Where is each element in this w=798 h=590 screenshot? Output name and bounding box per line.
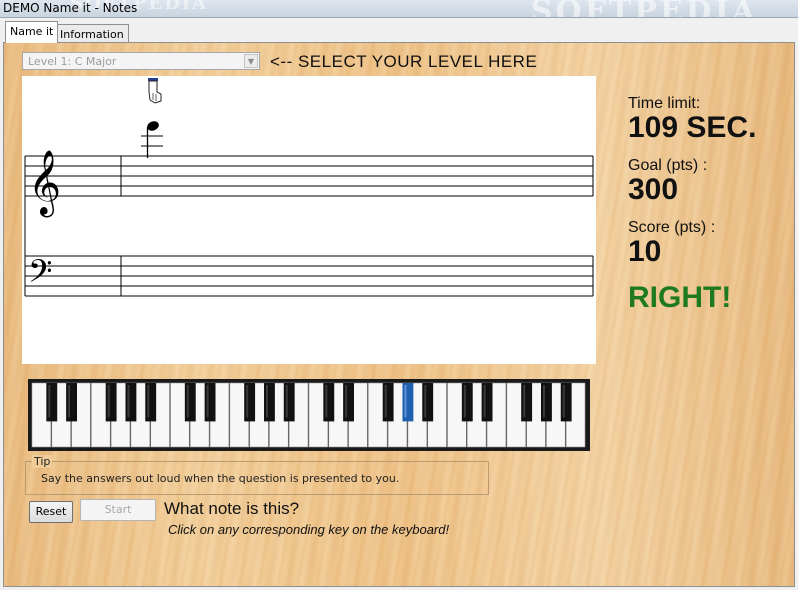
- black-key[interactable]: [125, 383, 137, 422]
- black-key[interactable]: [323, 383, 335, 422]
- black-key[interactable]: [66, 383, 78, 422]
- feedback-text: RIGHT!: [628, 281, 732, 314]
- black-key-shine: [483, 385, 486, 418]
- black-key[interactable]: [521, 383, 533, 422]
- black-key-shine: [463, 385, 466, 418]
- black-key-shine: [562, 385, 565, 418]
- black-key-shine: [48, 385, 51, 418]
- black-key[interactable]: [46, 383, 58, 422]
- treble-staff: [24, 155, 594, 197]
- name-it-panel: Level 1: C Major ▼ <-- SELECT YOUR LEVEL…: [3, 42, 795, 587]
- tip-box: Tip Say the answers out loud when the qu…: [25, 455, 489, 495]
- black-key[interactable]: [560, 383, 572, 422]
- score-value: 10: [628, 235, 662, 268]
- level-select[interactable]: Level 1: C Major ▼: [22, 52, 260, 70]
- black-key-shine: [246, 385, 249, 418]
- level-hint: <-- SELECT YOUR LEVEL HERE: [270, 52, 538, 71]
- black-key-shine: [345, 385, 348, 418]
- tab-information[interactable]: Information: [55, 24, 129, 44]
- chevron-down-icon[interactable]: ▼: [244, 54, 258, 68]
- pointing-hand-icon: [148, 78, 162, 104]
- black-key-shine: [206, 385, 209, 418]
- tab-name-it[interactable]: Name it: [5, 21, 59, 43]
- watermark: SOFTPEDIA: [530, 0, 758, 18]
- black-key-shine: [107, 385, 110, 418]
- black-key-shine: [265, 385, 268, 418]
- black-key-shine: [404, 385, 407, 418]
- reset-button[interactable]: Reset: [29, 501, 73, 523]
- black-key[interactable]: [184, 383, 196, 422]
- treble-clef-icon: 𝄞: [28, 150, 61, 217]
- window-title: DEMO Name it - Notes: [3, 1, 138, 15]
- black-key[interactable]: [145, 383, 157, 422]
- instruction-text: Click on any corresponding key on the ke…: [168, 522, 450, 537]
- tip-legend: Tip: [32, 455, 53, 468]
- black-key-shine: [325, 385, 328, 418]
- time-limit-value: 109 SEC.: [628, 111, 757, 144]
- goal-value: 300: [628, 173, 679, 206]
- black-key[interactable]: [105, 383, 117, 422]
- black-key-shine: [384, 385, 387, 418]
- black-key[interactable]: [343, 383, 355, 422]
- black-key-shine: [523, 385, 526, 418]
- black-key[interactable]: [244, 383, 256, 422]
- black-key[interactable]: [540, 383, 552, 422]
- black-key-shine: [186, 385, 189, 418]
- client-area: Name it Information Level 1: C Major ▼ <…: [0, 18, 798, 590]
- black-key[interactable]: [204, 383, 216, 422]
- staff-area: 𝄞 𝄢: [22, 76, 596, 364]
- black-key-shine: [285, 385, 288, 418]
- black-key[interactable]: [481, 383, 493, 422]
- black-key-highlighted[interactable]: [402, 383, 414, 422]
- black-key[interactable]: [283, 383, 295, 422]
- note-head: [141, 121, 163, 158]
- level-select-value: Level 1: C Major: [28, 55, 117, 68]
- black-key[interactable]: [382, 383, 394, 422]
- black-key-shine: [424, 385, 427, 418]
- title-bar: SOFTPEDIA SOFTPEDIA DEMO Name it - Notes: [0, 0, 798, 18]
- black-key-shine: [542, 385, 545, 418]
- black-key-shine: [127, 385, 130, 418]
- tip-text: Say the answers out loud when the questi…: [41, 472, 400, 485]
- bass-clef-icon: 𝄢: [28, 253, 52, 297]
- piano-keyboard[interactable]: [28, 379, 590, 456]
- black-key-shine: [147, 385, 150, 418]
- black-key[interactable]: [263, 383, 275, 422]
- black-key-shine: [68, 385, 71, 418]
- bass-staff: [24, 255, 594, 297]
- black-key[interactable]: [461, 383, 473, 422]
- question-text: What note is this?: [164, 499, 300, 518]
- piano-keys[interactable]: [28, 379, 590, 451]
- start-button[interactable]: Start: [80, 499, 156, 521]
- black-key[interactable]: [422, 383, 434, 422]
